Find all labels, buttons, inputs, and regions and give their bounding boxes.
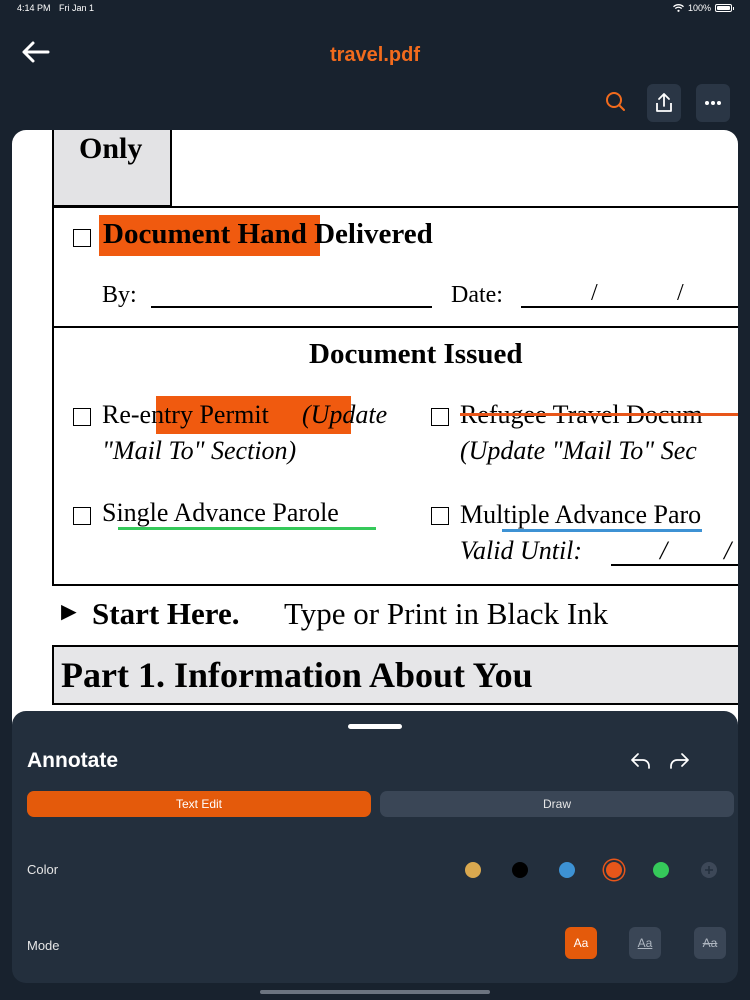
- wifi-icon: [673, 4, 684, 12]
- share-icon: [656, 93, 672, 112]
- reentry-mail-to-text: "Mail To" Section): [102, 436, 297, 465]
- mode-highlight-text: Aa: [573, 936, 589, 950]
- checkbox-reentry-permit[interactable]: [73, 408, 91, 426]
- undo-icon: [631, 753, 650, 769]
- status-date: Fri Jan 1: [59, 3, 95, 13]
- color-label: Color: [27, 862, 59, 877]
- color-swatch-blue[interactable]: [559, 862, 575, 878]
- frame-line: [52, 584, 738, 586]
- search-icon: [606, 92, 625, 111]
- mode-strikethrough-text: Aa: [702, 936, 718, 950]
- mode-underline-button[interactable]: Aa: [629, 927, 661, 959]
- start-arrow-icon: ►: [56, 597, 82, 626]
- plus-icon: [705, 866, 713, 874]
- color-swatch-orange-selected[interactable]: [606, 862, 622, 878]
- underline-annotation[interactable]: [118, 527, 376, 530]
- nav-bar: travel.pdf: [0, 16, 750, 130]
- reentry-permit-text: Re-entry Permit: [102, 400, 269, 429]
- frame-line: [52, 206, 738, 208]
- color-swatch-yellow[interactable]: [465, 862, 481, 878]
- valid-until-label: Valid Until:: [460, 536, 583, 565]
- date-slash: /: [677, 280, 684, 306]
- valid-until-line: [611, 564, 738, 566]
- checkbox-refugee-travel[interactable]: [431, 408, 449, 426]
- pdf-page[interactable]: Only Document Hand Delivered By: Date: /…: [12, 130, 738, 730]
- valid-slash: /: [660, 536, 668, 565]
- share-button[interactable]: [647, 84, 681, 122]
- date-line: [521, 306, 738, 308]
- add-color-button[interactable]: [701, 862, 717, 878]
- annotate-title: Annotate: [27, 749, 118, 772]
- mode-strikethrough-button[interactable]: Aa: [694, 927, 726, 959]
- reentry-update-text: (Update: [302, 400, 388, 429]
- strikethrough-annotation[interactable]: [460, 413, 738, 416]
- hand-delivered-text: Document Hand Delivered: [103, 218, 433, 250]
- start-here-text: Start Here.: [92, 596, 240, 631]
- by-signature-line: [151, 306, 432, 308]
- part1-heading: Part 1. Information About You: [61, 655, 533, 695]
- annotate-sheet: Annotate Text Edit Draw Color Mode Aa Aa…: [12, 711, 738, 983]
- undo-button[interactable]: [630, 751, 652, 771]
- by-label: By:: [102, 282, 137, 308]
- mode-label: Mode: [27, 938, 60, 953]
- checkbox-multiple-parole[interactable]: [431, 507, 449, 525]
- battery-icon: [715, 4, 734, 12]
- single-parole-text: Single Advance Parole: [102, 498, 339, 527]
- underline-annotation[interactable]: [502, 529, 702, 532]
- document-issued-heading: Document Issued: [309, 338, 523, 370]
- ellipsis-icon: [705, 101, 721, 105]
- sheet-grabber[interactable]: [348, 724, 402, 729]
- more-button[interactable]: [696, 84, 730, 122]
- frame-line: [52, 326, 738, 328]
- mode-highlight-button[interactable]: Aa: [565, 927, 597, 959]
- refugee-mail-to-text: (Update "Mail To" Sec: [460, 436, 697, 465]
- search-button[interactable]: [601, 88, 629, 116]
- mode-underline-text: Aa: [637, 936, 653, 950]
- redo-button[interactable]: [668, 751, 690, 771]
- status-time: 4:14 PM: [17, 3, 51, 13]
- form-cell-only: Only: [52, 130, 172, 207]
- color-swatch-black[interactable]: [512, 862, 528, 878]
- frame-line: [52, 130, 54, 586]
- valid-slash: /: [724, 536, 732, 565]
- tab-text-edit[interactable]: Text Edit: [27, 791, 371, 817]
- date-label: Date:: [451, 282, 503, 308]
- tab-draw[interactable]: Draw: [380, 791, 734, 817]
- date-slash: /: [591, 280, 598, 306]
- redo-icon: [670, 753, 689, 769]
- document-title: travel.pdf: [329, 44, 421, 66]
- battery-percent: 100%: [687, 3, 711, 13]
- part1-heading-box: Part 1. Information About You: [52, 645, 738, 705]
- start-instruction-text: Type or Print in Black Ink: [284, 596, 609, 631]
- home-indicator: [260, 990, 490, 994]
- status-right: 100%: [673, 3, 734, 13]
- checkbox-hand-delivered[interactable]: [73, 229, 91, 247]
- color-swatch-green[interactable]: [653, 862, 669, 878]
- status-bar: 4:14 PM Fri Jan 1 100%: [0, 0, 750, 16]
- multiple-parole-text: Multiple Advance Paro: [460, 500, 702, 529]
- checkbox-single-parole[interactable]: [73, 507, 91, 525]
- cell-only-text: Only: [79, 132, 143, 165]
